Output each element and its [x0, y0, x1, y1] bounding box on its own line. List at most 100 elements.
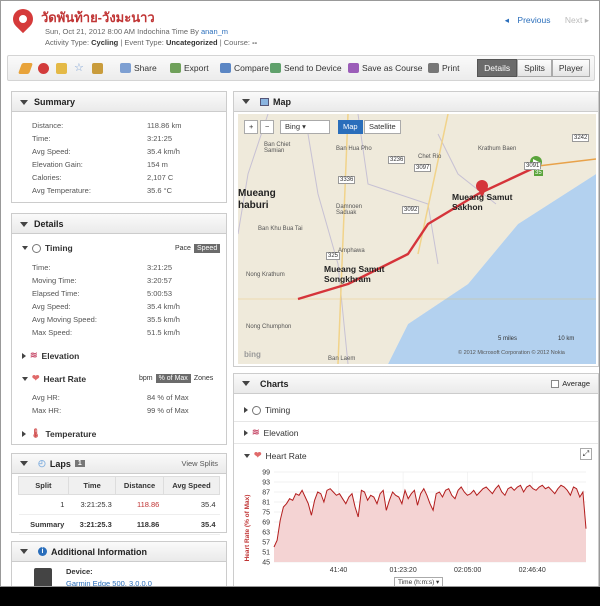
- temperature-title: Temperature: [45, 428, 97, 439]
- charts-header[interactable]: Charts Average: [234, 374, 598, 394]
- speed-toggle[interactable]: Speed: [193, 244, 221, 253]
- favorite-star-icon[interactable]: ☆: [74, 63, 85, 74]
- save-as-course-label: Save as Course: [362, 63, 423, 73]
- map-label: Nong Chumphon: [246, 324, 292, 330]
- view-tabs: Details Splits Player: [477, 59, 590, 77]
- y-tick-label: 63: [262, 530, 270, 537]
- expand-chart-icon[interactable]: ⤢: [580, 448, 592, 460]
- satellite-type-button[interactable]: Satellite: [364, 120, 401, 134]
- compare-button[interactable]: Compare: [220, 63, 269, 73]
- laps-header[interactable]: ◴ Laps 1 View Splits: [12, 454, 226, 474]
- timing-value: 35.5 km/h: [147, 315, 180, 324]
- timing-section-header[interactable]: Timing: [22, 243, 73, 253]
- delete-icon[interactable]: [38, 63, 49, 74]
- lap-distance: 118.86: [115, 494, 164, 515]
- column-header[interactable]: Split: [18, 476, 69, 495]
- heart-rate-chart[interactable]: 45 51 57 63 69 75 81 87 93 99 41:40 01:23:20 02:05:…: [240, 466, 592, 584]
- timing-value: 5:00:53: [147, 289, 173, 298]
- user-link[interactable]: anan_m: [201, 27, 228, 36]
- tab-player[interactable]: Player: [551, 59, 590, 77]
- map-label: Ban Khu Bua Tai: [258, 226, 303, 232]
- summary-label: Distance:: [32, 121, 64, 130]
- zones-toggle[interactable]: Zones: [191, 374, 216, 383]
- column-header[interactable]: Distance: [115, 476, 164, 495]
- elevation-chart-header[interactable]: ≋ Elevation: [244, 427, 299, 438]
- y-tick-label: 51: [262, 550, 270, 557]
- activity-type-value[interactable]: Cycling: [91, 38, 118, 47]
- heart-rate-section-header[interactable]: ❤ Heart Rate: [22, 373, 86, 384]
- tab-splits[interactable]: Splits: [517, 59, 552, 77]
- timing-value: 35.4 km/h: [147, 302, 180, 311]
- heart-rate-chart-header[interactable]: ❤ Heart Rate: [244, 450, 307, 461]
- road-shield: 3092: [402, 206, 420, 214]
- event-type-value[interactable]: Uncategorized: [166, 38, 218, 47]
- collapse-icon: [242, 381, 250, 386]
- details-panel: Details Timing Pace Speed Time: 3:21:25 …: [11, 213, 227, 445]
- collapse-icon: [20, 100, 28, 106]
- print-button[interactable]: Print: [428, 63, 459, 73]
- lap-split: Summary: [18, 514, 69, 535]
- elevation-icon: ≋: [30, 350, 38, 360]
- y-tick-label: 93: [262, 480, 270, 487]
- divider: [234, 421, 598, 422]
- zoom-out-button[interactable]: −: [260, 120, 274, 134]
- save-as-course-button[interactable]: Save as Course: [348, 63, 422, 73]
- average-label: Average: [562, 379, 590, 388]
- y-tick-label: 69: [262, 520, 270, 527]
- column-header[interactable]: Time: [67, 476, 117, 495]
- temperature-section-header[interactable]: 🌡 Temperature: [22, 428, 96, 439]
- export-button[interactable]: Export: [170, 63, 209, 73]
- map-provider-label: Bing: [285, 122, 301, 131]
- average-checkbox[interactable]: [551, 379, 560, 388]
- share-label: Share: [134, 63, 157, 73]
- share-button[interactable]: Share: [120, 63, 157, 73]
- previous-link[interactable]: ◂ Previous: [505, 15, 551, 25]
- collapse-icon: [20, 549, 28, 554]
- map-provider-select[interactable]: Bing ▾: [280, 120, 330, 134]
- details-header[interactable]: Details: [12, 214, 226, 234]
- activity-header: วัดพันท้าย-วังมะนาว Sun, Oct 21, 2012 8:…: [1, 1, 599, 51]
- collapse-icon: [20, 461, 28, 466]
- summary-value: 3:21:25: [147, 134, 173, 143]
- table-row[interactable]: 1 3:21:25.3 118.86 35.4: [18, 494, 220, 515]
- y-tick-label: 87: [262, 490, 270, 497]
- timing-label: Time:: [32, 263, 51, 272]
- pct-max-toggle[interactable]: % of Max: [155, 374, 191, 383]
- y-tick-label: 45: [262, 560, 270, 567]
- device-name[interactable]: Garmin Edge 500, 3.0.0.0: [66, 579, 152, 586]
- elevation-section-header[interactable]: ≋ Elevation: [22, 350, 79, 361]
- summary-label: Avg Temperature:: [32, 186, 91, 195]
- pace-toggle[interactable]: Pace: [172, 244, 194, 253]
- charts-title: Charts: [260, 378, 289, 389]
- people-icon[interactable]: [92, 63, 103, 74]
- view-splits-link[interactable]: View Splits: [181, 459, 218, 468]
- x-axis-unit-select[interactable]: Time (h:m:s) ▾: [394, 577, 444, 586]
- expand-icon: [22, 430, 26, 437]
- elevation-chart-title: Elevation: [263, 427, 299, 438]
- route-map[interactable]: + − Bing ▾ Map Satellite Mueang Samut Sa…: [238, 114, 596, 364]
- summary-panel: Summary Distance: 118.86 km Time: 3:21:2…: [11, 91, 227, 203]
- map-label: Ban Hua Pho: [336, 146, 372, 152]
- y-tick-label: 75: [262, 510, 270, 517]
- map-label: Damnoen Saduak: [336, 204, 363, 216]
- map-type-button[interactable]: Map: [338, 120, 363, 134]
- timing-title: Timing: [45, 243, 73, 253]
- average-toggle[interactable]: Average: [551, 379, 590, 388]
- map-header[interactable]: Map: [234, 92, 598, 112]
- edit-icon[interactable]: [17, 63, 34, 74]
- timing-label: Elapsed Time:: [32, 289, 80, 298]
- activity-title[interactable]: วัดพันท้าย-วังมะนาว: [41, 7, 155, 28]
- lock-icon[interactable]: [56, 63, 67, 74]
- previous-label: Previous: [517, 15, 551, 25]
- bpm-toggle[interactable]: bpm: [136, 374, 156, 383]
- send-to-device-button[interactable]: Send to Device: [270, 63, 342, 73]
- summary-header[interactable]: Summary: [12, 92, 226, 112]
- zoom-in-button[interactable]: +: [244, 120, 258, 134]
- column-header[interactable]: Avg Speed: [162, 476, 221, 495]
- map-copyright: © 2012 Microsoft Corporation © 2012 Noki…: [458, 350, 565, 356]
- additional-info-header[interactable]: i Additional Information: [12, 542, 226, 562]
- timing-chart-header[interactable]: Timing: [244, 405, 290, 415]
- heart-rate-title: Heart Rate: [43, 373, 87, 384]
- tab-details[interactable]: Details: [477, 59, 518, 77]
- heart-rate-area: [274, 485, 586, 562]
